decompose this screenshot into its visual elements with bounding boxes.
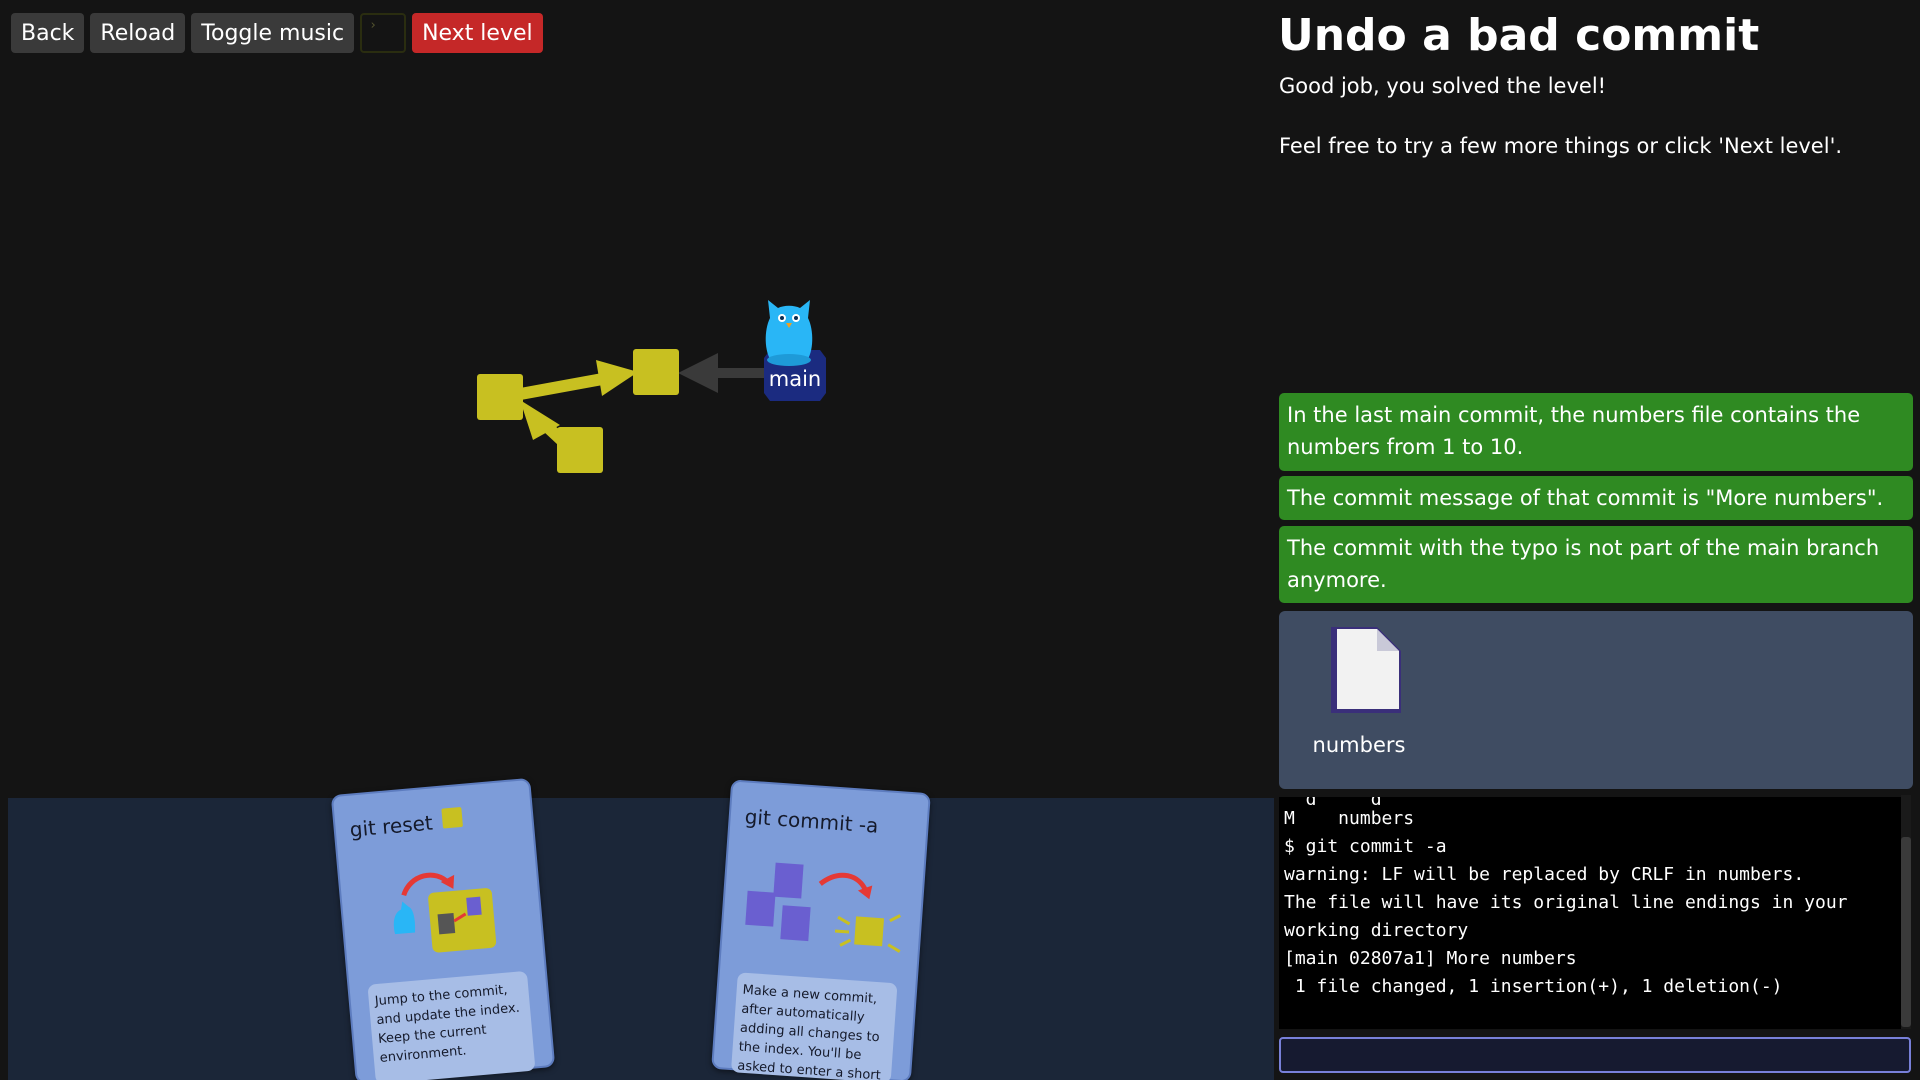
commit-chip-icon [441,807,463,829]
commit-illustration-icon [745,862,901,953]
card-git-commit-a[interactable]: git commit -a Make a new commit, after a… [711,779,931,1080]
terminal-line: [main 02807a1] More numbers [1284,948,1577,969]
terminal-line: The file will have its original line end… [1284,892,1848,913]
terminal-output: g g M numbers $ git commit -a warning: L… [1279,797,1907,1029]
branch-edge-arrowhead [678,353,718,393]
file-numbers[interactable]: numbers [1309,625,1409,757]
file-icon [1331,627,1401,713]
card-description: Jump to the commit, and update the index… [367,970,536,1080]
head-owl-icon [765,300,813,366]
terminal-line-cropped: g g [1284,797,1907,805]
terminal-line: warning: LF will be replaced by CRLF in … [1284,864,1805,885]
reset-illustration-icon [393,872,497,953]
command-input[interactable] [1279,1037,1911,1073]
card-description: Make a new commit, after automatically a… [730,972,898,1080]
commit-node[interactable] [633,349,679,395]
card-title: git reset [348,810,434,842]
files-panel: numbers [1279,611,1913,789]
terminal-scrollbar[interactable] [1901,795,1911,1029]
goal-item: In the last main commit, the numbers fil… [1279,393,1913,471]
commit-edge-arrowhead [596,360,638,396]
commit-node[interactable] [557,427,603,473]
terminal-scrollbar-thumb[interactable] [1901,837,1911,1027]
level-success-message: Good job, you solved the level! [1279,74,1607,98]
terminal-line: M numbers [1284,808,1415,829]
card-title: git commit -a [743,804,880,838]
commit-node[interactable] [477,374,523,420]
game-screen: Back Reload Toggle music › Next level ma… [0,0,1920,1080]
level-hint-message: Feel free to try a few more things or cl… [1279,134,1843,158]
terminal-line: $ git commit -a [1284,836,1447,857]
commit-graph: main [477,300,826,473]
terminal-line: 1 file changed, 1 insertion(+), 1 deleti… [1284,976,1783,997]
card-git-reset[interactable]: git reset Jump to the commit, and update… [330,777,556,1080]
terminal-line: working directory [1284,920,1469,941]
card-tray [8,798,1274,1080]
commit-edge [513,372,610,401]
file-label: numbers [1312,733,1406,757]
level-title: Undo a bad commit [1278,10,1760,61]
goal-item: The commit with the typo is not part of … [1279,526,1913,603]
branch-label: main [769,367,821,391]
goal-item: The commit message of that commit is "Mo… [1279,476,1913,520]
